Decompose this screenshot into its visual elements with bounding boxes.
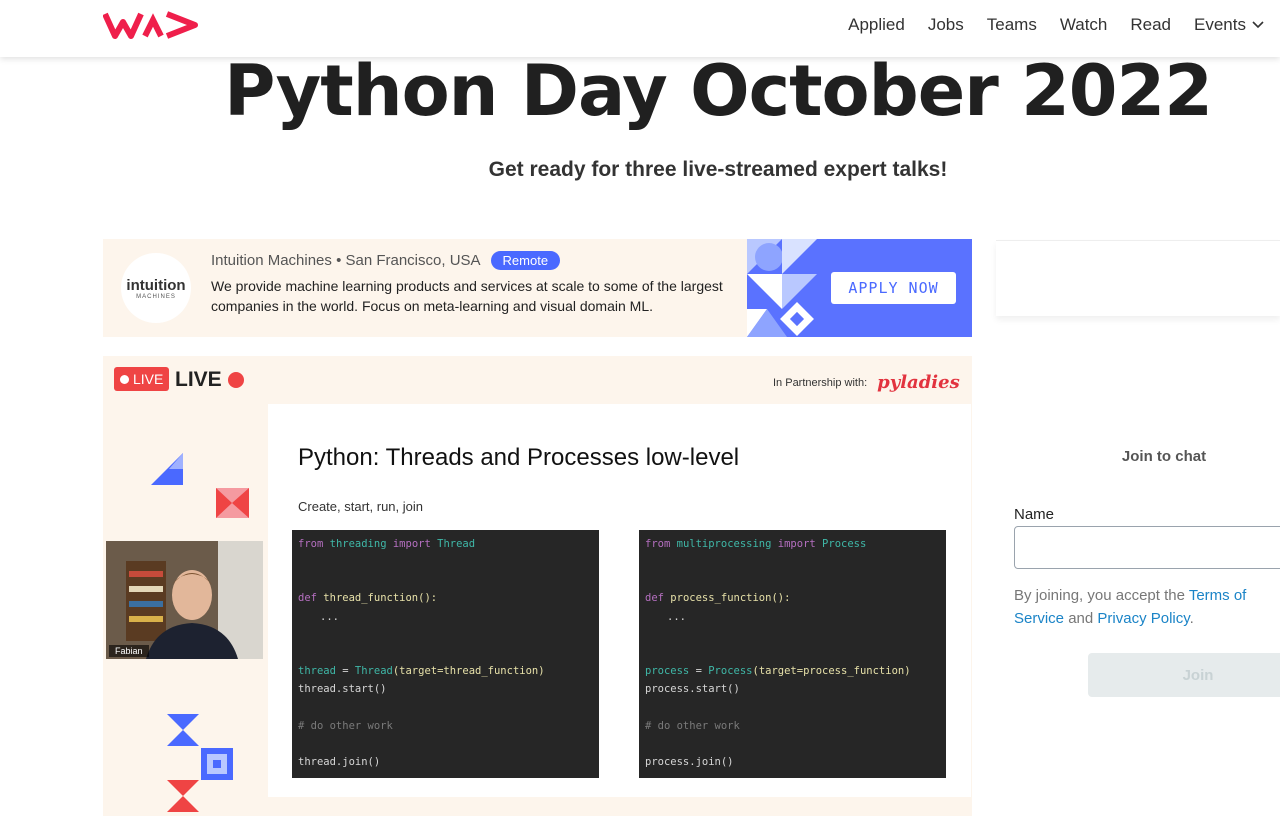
live-badge: LIVE <box>114 367 170 391</box>
page-subtitle: Get ready for three live-streamed expert… <box>488 158 948 181</box>
terms-suffix: . <box>1189 610 1194 627</box>
live-title: LIVE <box>175 368 244 392</box>
terms-prefix: By joining, you accept the <box>1014 587 1189 604</box>
record-dot-icon <box>227 372 244 388</box>
code-line: from threading import Thread <box>298 538 476 550</box>
nav-teams[interactable]: Teams <box>987 15 1037 35</box>
main-nav: Applied Jobs Teams Watch Read Events <box>848 0 1264 50</box>
chat-title: Join to chat <box>1121 448 1207 465</box>
logo-icon[interactable] <box>103 10 199 40</box>
code-block-multiprocessing: from multiprocessing import Process def … <box>639 530 946 778</box>
nav-applied[interactable]: Applied <box>848 15 905 35</box>
code-line: process.join() <box>645 756 734 768</box>
code-line: process.start() <box>645 683 740 695</box>
code-line: ... <box>667 611 686 623</box>
code-line: def process_function(): <box>645 592 791 604</box>
chevron-down-icon <box>1252 21 1264 29</box>
code-line: def thread_function(): <box>298 592 438 604</box>
company-logo: intuition MACHINES <box>121 253 191 323</box>
live-badge-label: LIVE <box>133 371 164 387</box>
code-line: ... <box>320 611 339 623</box>
name-input[interactable] <box>1014 526 1280 569</box>
ad-meta: Intuition Machines • San Francisco, USA … <box>211 251 561 270</box>
ad-description: We provide machine learning products and… <box>211 278 723 314</box>
page-title: Python Day October 2022 <box>224 50 1213 132</box>
nav-events[interactable]: Events <box>1194 15 1264 35</box>
presentation-slide: Python: Threads and Processes low-level … <box>268 404 971 797</box>
code-line: process = Process(target=process_functio… <box>645 665 911 677</box>
ad-artwork: APPLY NOW <box>747 239 972 337</box>
company-location: Intuition Machines • San Francisco, USA <box>211 252 481 269</box>
code-line: thread.join() <box>298 756 381 768</box>
terms-notice: By joining, you accept the Terms of Serv… <box>1014 584 1280 630</box>
code-line: from multiprocessing import Process <box>645 538 867 550</box>
company-logo-subtext: MACHINES <box>136 293 176 300</box>
code-comment: # do other work <box>298 720 393 732</box>
code-block-threading: from threading import Thread def thread_… <box>292 530 599 778</box>
join-button[interactable]: Join <box>1088 653 1280 697</box>
company-logo-text: intuition <box>126 276 186 294</box>
terms-and: and <box>1064 610 1098 627</box>
live-dot-icon <box>120 374 129 384</box>
job-ad-banner[interactable]: intuition MACHINES Intuition Machines • … <box>103 239 972 337</box>
pyladies-logo: pyladies <box>877 372 960 393</box>
chat-panel-header <box>996 240 1280 316</box>
live-title-label: LIVE <box>175 368 222 391</box>
code-line: thread.start() <box>298 683 387 695</box>
nav-watch[interactable]: Watch <box>1060 15 1108 35</box>
privacy-policy-link[interactable]: Privacy Policy <box>1097 610 1189 627</box>
live-stream-video[interactable]: LIVE LIVE In Partnership with: pyladies <box>103 356 972 816</box>
speaker-image <box>106 541 263 659</box>
partnership: In Partnership with: pyladies <box>773 372 960 393</box>
nav-events-label: Events <box>1194 15 1246 34</box>
code-comment: # do other work <box>645 720 740 732</box>
slide-subtitle: Create, start, run, join <box>298 499 423 514</box>
decor-shapes-bottom-icon <box>167 714 233 812</box>
top-header: Applied Jobs Teams Watch Read Events <box>0 0 1280 57</box>
nav-read[interactable]: Read <box>1130 15 1171 35</box>
code-line: thread = Thread(target=thread_function) <box>298 665 545 677</box>
partnership-label: In Partnership with: <box>773 376 868 389</box>
slide-title: Python: Threads and Processes low-level <box>298 444 740 471</box>
nav-jobs[interactable]: Jobs <box>928 15 964 35</box>
speaker-name: Fabian <box>109 645 149 657</box>
name-label: Name <box>1014 506 1055 523</box>
decor-shapes-top-icon <box>151 453 249 518</box>
speaker-webcam: Fabian <box>106 541 263 659</box>
apply-now-button[interactable]: APPLY NOW <box>831 272 956 304</box>
remote-badge: Remote <box>490 251 561 270</box>
